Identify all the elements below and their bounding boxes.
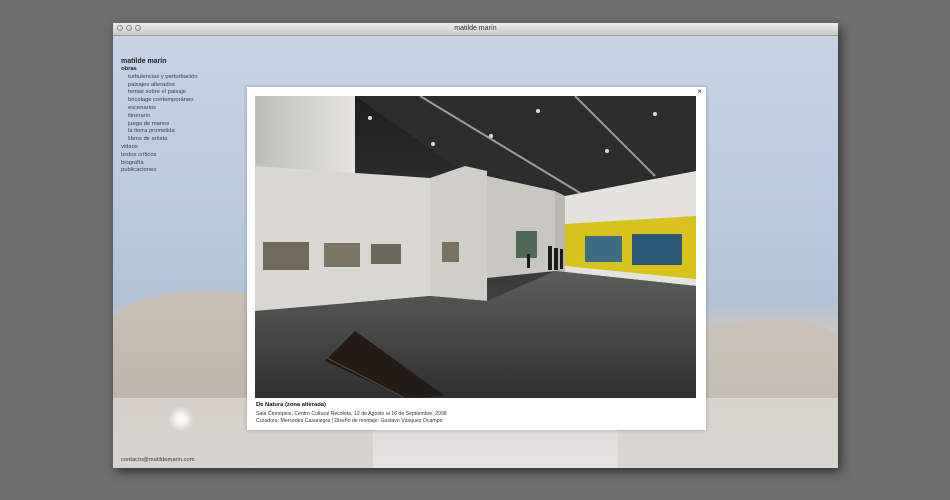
image-lightbox: × De Natura (zona alterada) Sala Cronopi… [247,87,706,430]
nav-subitem[interactable]: la tierra prometida [121,128,198,136]
nav-subitem[interactable]: itinerario [121,113,198,121]
close-window-button[interactable] [117,25,123,31]
nav-subitem[interactable]: juego de manos [121,121,198,129]
exhibition-credits: Curadora: Mercedes Casanegra | Diseño de… [256,418,443,424]
nav-item-videos[interactable]: videos [121,144,198,152]
nav-subitem[interactable]: escenarios [121,105,198,113]
nav-subitem[interactable]: temas sobre el paisaje [121,89,198,97]
minimize-window-button[interactable] [126,25,132,31]
gallery-photo-illustration [255,96,696,398]
title-bar: matilde marín [113,23,838,36]
contact-email-link[interactable]: contacto@matildemarin.com [121,457,195,463]
nav-item-biografia[interactable]: biografía [121,160,198,168]
gallery-photo [255,96,696,398]
browser-window: matilde marín matilde marín obras turbul… [113,23,838,468]
site-navigation: matilde marín obras turbulencias y pertu… [121,57,198,175]
artwork-title: De Natura (zona alterada) [256,402,326,408]
site-title-link[interactable]: matilde marín [121,57,198,66]
nav-subitem[interactable]: paisajes alterados [121,82,198,90]
close-icon[interactable]: × [697,87,702,97]
window-title: matilde marín [454,25,497,32]
background-landscape: matilde marín obras turbulencias y pertu… [113,36,838,468]
zoom-window-button[interactable] [135,25,141,31]
window-controls [117,25,141,31]
nav-item-publicaciones[interactable]: publicaciones [121,167,198,175]
nav-subitem[interactable]: libros de artista [121,136,198,144]
exhibition-venue: Sala Cronopios, Centro Cultural Recoleta… [256,411,447,417]
nav-subitem[interactable]: bricolage contemporáneo [121,97,198,105]
light-glow [168,406,194,432]
nav-item-obras[interactable]: obras [121,66,198,74]
nav-item-textos-criticos[interactable]: textos críticos [121,152,198,160]
nav-subitem[interactable]: turbulencias y perturbación [121,74,198,82]
